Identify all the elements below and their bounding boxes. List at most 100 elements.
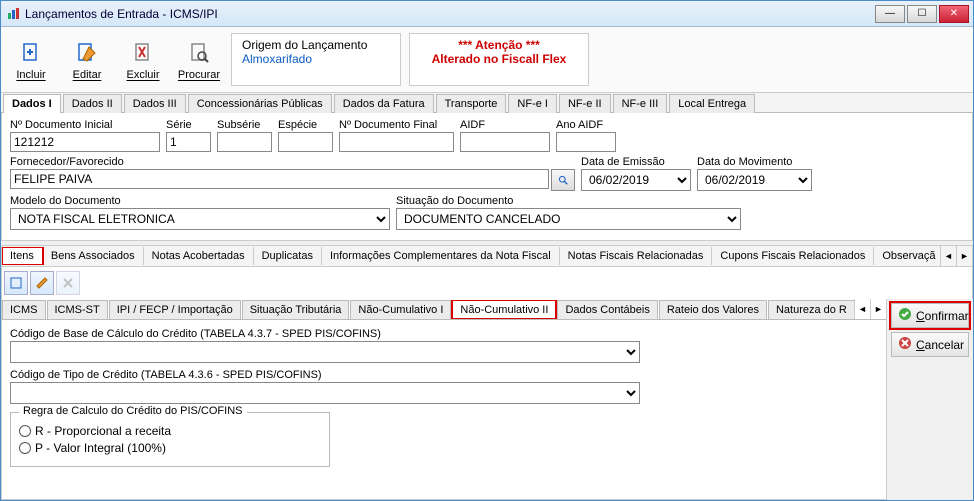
minimize-button[interactable]: — <box>875 5 905 23</box>
app-icon <box>5 6 21 22</box>
ano-aidf-input[interactable] <box>556 132 616 152</box>
fornecedor-search-button[interactable] <box>551 169 575 191</box>
data-mov-label: Data do Movimento <box>697 156 812 168</box>
side-buttons: Confirmar Cancelar <box>887 299 973 500</box>
especie-input[interactable] <box>278 132 333 152</box>
warning-line2: Alterado no Fiscall Flex <box>420 52 578 66</box>
regra-calculo-group: Regra de Calculo do Crédito do PIS/COFIN… <box>10 412 330 467</box>
window-title: Lançamentos de Entrada - ICMS/IPI <box>25 7 875 21</box>
origin-box: Origem do Lançamento Almoxarifado <box>231 33 401 86</box>
modelo-label: Modelo do Documento <box>10 195 390 207</box>
search-doc-icon <box>185 39 213 67</box>
warning-box: *** Atenção *** Alterado no Fiscall Flex <box>409 33 589 86</box>
cod-base-select[interactable] <box>10 341 640 363</box>
inner-tab-situacao[interactable]: Situação Tributária <box>242 300 350 319</box>
subtab-bens[interactable]: Bens Associados <box>43 247 144 265</box>
subserie-label: Subsérie <box>217 119 272 131</box>
subtab-observacao[interactable]: Observaçã <box>874 247 940 265</box>
tab-dados-iii[interactable]: Dados III <box>124 94 186 113</box>
ano-aidf-label: Ano AIDF <box>556 119 616 131</box>
inner-content: Código de Base de Cálculo do Crédito (TA… <box>1 320 887 500</box>
close-button[interactable]: ✕ <box>939 5 969 23</box>
inner-tab-icms-st[interactable]: ICMS-ST <box>47 300 108 319</box>
titlebar: Lançamentos de Entrada - ICMS/IPI — ☐ ✕ <box>1 1 973 27</box>
tab-nfe-ii[interactable]: NF-e II <box>559 94 611 113</box>
inner-tab-ipi[interactable]: IPI / FECP / Importação <box>109 300 241 319</box>
doc-ini-input[interactable] <box>10 132 160 152</box>
tab-transporte[interactable]: Transporte <box>436 94 507 113</box>
radio-icon <box>19 425 31 437</box>
main-tabs: Dados I Dados II Dados III Concessionári… <box>1 93 973 113</box>
inner-tab-nc-i[interactable]: Não-Cumulativo I <box>350 300 451 319</box>
subtab-scroll-right[interactable]: ► <box>956 246 972 266</box>
delete-doc-icon <box>129 39 157 67</box>
subtab-nf-relacionadas[interactable]: Notas Fiscais Relacionadas <box>560 247 713 265</box>
especie-label: Espécie <box>278 119 333 131</box>
subserie-input[interactable] <box>217 132 272 152</box>
fornecedor-label: Fornecedor/Favorecido <box>10 156 575 168</box>
sub-tabs: Itens Bens Associados Notas Acobertadas … <box>1 245 973 267</box>
subtab-duplicatas[interactable]: Duplicatas <box>254 247 322 265</box>
subtab-info-compl[interactable]: Informações Complementares da Nota Fisca… <box>322 247 560 265</box>
inner-tab-icms[interactable]: ICMS <box>2 300 46 319</box>
item-delete-button[interactable] <box>56 271 80 295</box>
tab-nfe-iii[interactable]: NF-e III <box>613 94 668 113</box>
situacao-label: Situação do Documento <box>396 195 741 207</box>
subtab-itens[interactable]: Itens <box>2 247 43 265</box>
doc-fin-input[interactable] <box>339 132 454 152</box>
inner-tab-rateio[interactable]: Rateio dos Valores <box>659 300 767 319</box>
origin-label: Origem do Lançamento <box>242 38 390 52</box>
radio-icon <box>19 442 31 454</box>
subtab-notas-acobertadas[interactable]: Notas Acobertadas <box>144 247 254 265</box>
subtab-cupons[interactable]: Cupons Fiscais Relacionados <box>712 247 874 265</box>
data-mov-select[interactable]: 06/02/2019 <box>697 169 812 191</box>
delete-button[interactable]: Excluir <box>115 29 171 90</box>
group-title: Regra de Calculo do Crédito do PIS/COFIN… <box>19 405 247 417</box>
pencil-doc-icon <box>73 39 101 67</box>
plus-doc-icon <box>17 39 45 67</box>
serie-input[interactable] <box>166 132 211 152</box>
item-edit-button[interactable] <box>30 271 54 295</box>
serie-label: Série <box>166 119 211 131</box>
data-emissao-select[interactable]: 06/02/2019 <box>581 169 691 191</box>
confirm-button[interactable]: Confirmar <box>891 303 969 328</box>
tab-dados-fatura[interactable]: Dados da Fatura <box>334 94 434 113</box>
item-toolbar <box>1 267 973 299</box>
tab-nfe-i[interactable]: NF-e I <box>508 94 557 113</box>
maximize-button[interactable]: ☐ <box>907 5 937 23</box>
edit-button[interactable]: Editar <box>59 29 115 90</box>
radio-r-label: R - Proporcional a receita <box>35 424 171 438</box>
item-add-button[interactable] <box>4 271 28 295</box>
search-button[interactable]: Procurar <box>171 29 227 90</box>
cod-base-label: Código de Base de Cálculo do Crédito (TA… <box>10 328 640 340</box>
aidf-input[interactable] <box>460 132 550 152</box>
inner-tab-nc-ii[interactable]: Não-Cumulativo II <box>452 300 556 319</box>
radio-p-label: P - Valor Integral (100%) <box>35 441 166 455</box>
cancel-button[interactable]: Cancelar <box>891 332 969 357</box>
inner-tab-natureza[interactable]: Natureza do R <box>768 300 854 319</box>
check-icon <box>898 307 912 324</box>
tab-concessionarias[interactable]: Concessionárias Públicas <box>188 94 332 113</box>
situacao-select[interactable]: DOCUMENTO CANCELADO <box>396 208 741 230</box>
radio-r[interactable]: R - Proporcional a receita <box>19 424 321 438</box>
warning-line1: *** Atenção *** <box>420 38 578 52</box>
aidf-label: AIDF <box>460 119 550 131</box>
modelo-select[interactable]: NOTA FISCAL ELETRONICA <box>10 208 390 230</box>
form-area: Nº Documento Inicial Série Subsérie Espé… <box>1 113 973 241</box>
cod-tipo-select[interactable] <box>10 382 640 404</box>
tab-dados-i[interactable]: Dados I <box>3 94 61 113</box>
data-emissao-label: Data de Emissão <box>581 156 691 168</box>
tab-dados-ii[interactable]: Dados II <box>63 94 122 113</box>
doc-fin-label: Nº Documento Final <box>339 119 454 131</box>
inner-tab-contabeis[interactable]: Dados Contábeis <box>557 300 657 319</box>
fornecedor-input[interactable] <box>10 169 549 189</box>
inner-tab-scroll-left[interactable]: ◄ <box>854 299 870 319</box>
tab-local-entrega[interactable]: Local Entrega <box>669 94 755 113</box>
subtab-scroll-left[interactable]: ◄ <box>940 246 956 266</box>
inner-tab-scroll-right[interactable]: ► <box>870 299 886 319</box>
cancel-icon <box>898 336 912 353</box>
main-toolbar: Incluir Editar Excluir Procurar Origem d… <box>1 27 973 93</box>
main-window: Lançamentos de Entrada - ICMS/IPI — ☐ ✕ … <box>0 0 974 501</box>
radio-p[interactable]: P - Valor Integral (100%) <box>19 441 321 455</box>
include-button[interactable]: Incluir <box>3 29 59 90</box>
